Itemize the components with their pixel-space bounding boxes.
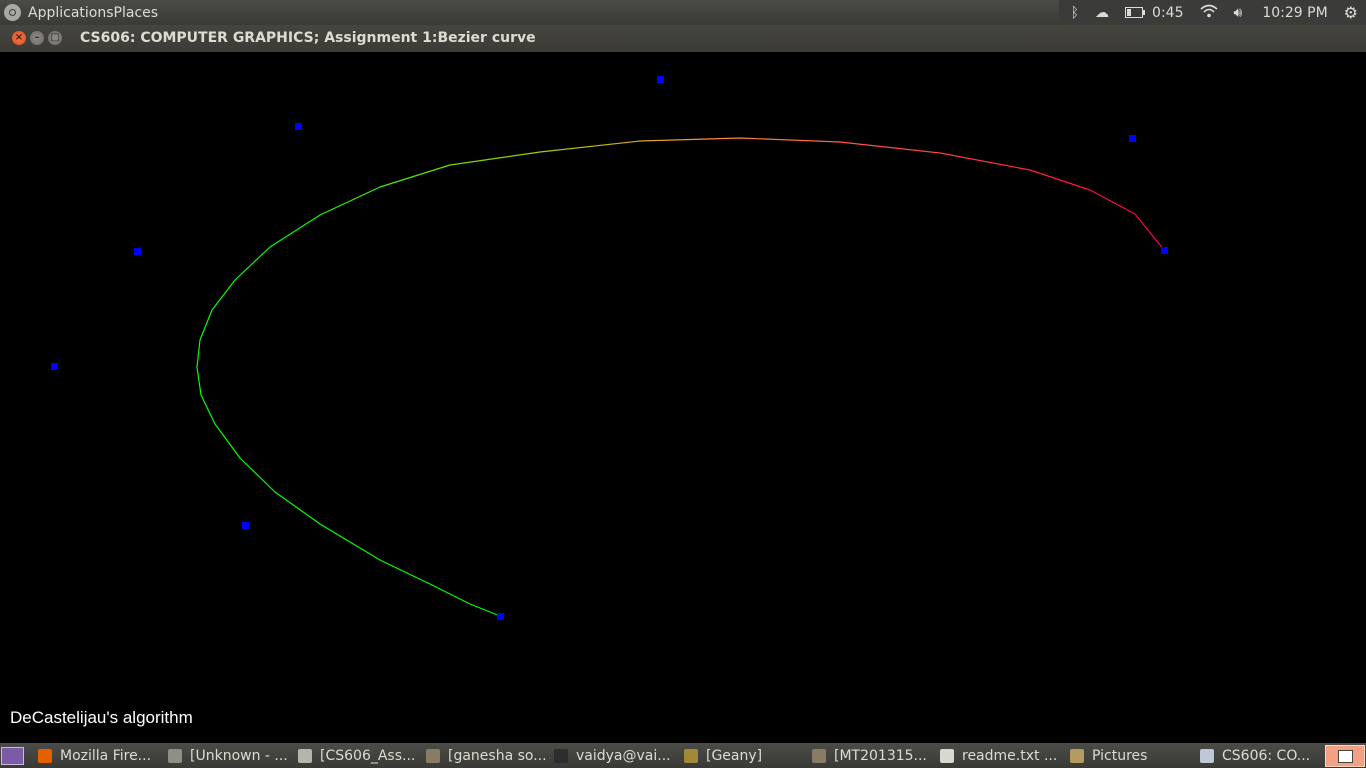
taskbar-item-label: [Unknown - ... <box>190 747 288 764</box>
text-editor-icon <box>940 748 954 763</box>
window-title: CS606: COMPUTER GRAPHICS; Assignment 1:B… <box>80 30 536 46</box>
applications-menu[interactable]: Applications <box>28 5 114 21</box>
ubuntu-logo-icon[interactable] <box>4 4 21 21</box>
show-desktop-button[interactable] <box>1 747 24 765</box>
firefox-icon <box>38 748 52 763</box>
minimize-button[interactable]: – <box>30 31 44 45</box>
taskbar-item[interactable]: Pictures <box>1070 743 1195 768</box>
algorithm-label: DeCastelijau's algorithm <box>10 708 193 727</box>
taskbar-item[interactable]: readme.txt ... <box>940 743 1065 768</box>
taskbar-item-label: readme.txt ... <box>962 747 1058 764</box>
workspace-switcher[interactable] <box>1325 745 1365 767</box>
taskbar-item[interactable]: [Geany] <box>684 743 807 768</box>
taskbar-item[interactable]: [CS606_Ass... <box>298 743 421 768</box>
control-point[interactable] <box>295 123 302 130</box>
file-manager-icon <box>426 748 440 763</box>
document-viewer-icon <box>168 748 182 763</box>
close-button[interactable]: × <box>12 31 26 45</box>
control-point[interactable] <box>657 76 664 83</box>
taskbar-item[interactable]: CS606: CO... <box>1200 743 1315 768</box>
folder-icon <box>1070 748 1084 763</box>
taskbar-item-label: [Geany] <box>706 747 763 764</box>
bottom-taskbar: Mozilla Fire... [Unknown - ... [CS606_Ass.… <box>0 743 1366 768</box>
control-point[interactable] <box>134 248 141 255</box>
control-point[interactable] <box>497 613 504 620</box>
gear-icon[interactable]: ⚙ <box>1344 3 1358 22</box>
window-titlebar[interactable]: × – □ CS606: COMPUTER GRAPHICS; Assignme… <box>0 25 1366 52</box>
control-point[interactable] <box>242 522 249 529</box>
taskbar-item[interactable]: [ganesha so... <box>426 743 549 768</box>
top-panel: Applications Places ᛒ ☁ 0:45 🔊︎ 10:29 PM … <box>0 0 1366 25</box>
taskbar-item-label: vaidya@vai... <box>576 747 671 764</box>
control-point[interactable] <box>51 363 58 370</box>
bezier-curve <box>196 137 1165 617</box>
control-point[interactable] <box>1161 247 1168 254</box>
file-manager-icon <box>812 748 826 763</box>
taskbar-item-label: [MT201315... <box>834 747 927 764</box>
window-icon <box>1200 748 1214 763</box>
document-icon <box>298 748 312 763</box>
cloud-icon[interactable]: ☁ <box>1095 5 1109 21</box>
menu-bar: Applications Places <box>0 0 158 25</box>
terminal-icon <box>554 748 568 763</box>
clock[interactable]: 10:29 PM <box>1262 5 1327 21</box>
taskbar-item-label: CS606: CO... <box>1222 747 1311 764</box>
taskbar-item[interactable]: [Unknown - ... <box>168 743 293 768</box>
taskbar-item-label: [ganesha so... <box>448 747 547 764</box>
drawing-canvas[interactable]: DeCastelijau's algorithm <box>0 52 1366 743</box>
taskbar-item-label: Pictures <box>1092 747 1148 764</box>
taskbar-item[interactable]: [MT201315... <box>812 743 935 768</box>
bluetooth-icon[interactable]: ᛒ <box>1071 5 1079 21</box>
maximize-button[interactable]: □ <box>48 31 62 45</box>
wifi-icon[interactable] <box>1199 4 1218 22</box>
system-tray: ᛒ ☁ 0:45 🔊︎ 10:29 PM ⚙ <box>1058 0 1366 25</box>
taskbar-item-label: Mozilla Fire... <box>60 747 152 764</box>
bezier-canvas-svg[interactable] <box>0 52 1366 743</box>
volume-icon[interactable]: 🔊︎ <box>1234 5 1243 21</box>
taskbar-item[interactable]: vaidya@vai... <box>554 743 679 768</box>
geany-icon <box>684 748 698 763</box>
places-menu[interactable]: Places <box>114 5 159 21</box>
taskbar-item[interactable]: Mozilla Fire... <box>38 743 163 768</box>
taskbar-item-label: [CS606_Ass... <box>320 747 416 764</box>
control-point[interactable] <box>1129 135 1136 142</box>
battery-time[interactable]: 0:45 <box>1152 5 1183 21</box>
battery-icon[interactable] <box>1125 7 1146 18</box>
